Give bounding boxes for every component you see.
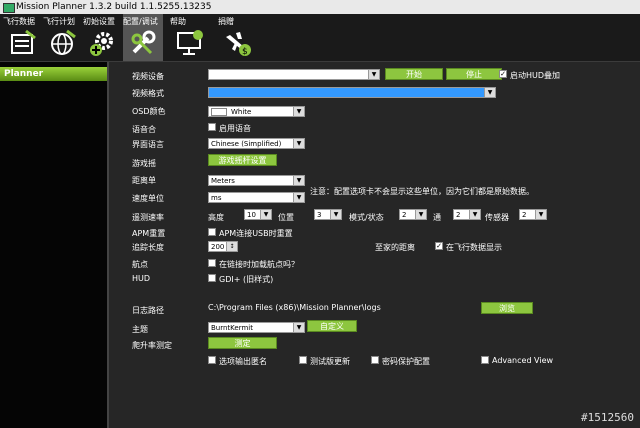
distance-unit-label: 距离单 bbox=[132, 176, 156, 185]
beta-updates-checkbox[interactable] bbox=[299, 356, 307, 364]
watermark-id: #1512560 bbox=[581, 411, 634, 424]
video-start-button[interactable]: 开始 bbox=[385, 68, 443, 80]
wrench-icon bbox=[131, 30, 156, 55]
sensor-rate-label: 传感器 bbox=[485, 213, 509, 222]
hud-label: HUD bbox=[132, 274, 151, 283]
units-note: 注意：配置选项卡不会显示这些单位，因为它们都是原始数据。 bbox=[310, 187, 534, 196]
planner-settings-panel: 视频设备 ▼ 开始 停止 ✓ 启动HUD叠加 视频格式 ▼ OSD颜色 Whit… bbox=[109, 62, 640, 428]
hud-overlay-label: 启动HUD叠加 bbox=[510, 71, 561, 80]
app-icon bbox=[3, 3, 15, 13]
chevron-down-icon: ▼ bbox=[368, 70, 379, 79]
chevron-down-icon: ▼ bbox=[293, 193, 304, 202]
gdi-hud-text: GDI+ (旧样式) bbox=[219, 275, 274, 284]
svg-text:$: $ bbox=[242, 47, 248, 57]
gear-plus-icon bbox=[90, 32, 113, 56]
log-path-field[interactable]: C:\Program Files (x86)\Mission Planner\l… bbox=[208, 303, 478, 314]
apm-reset-checkbox[interactable] bbox=[208, 228, 216, 236]
chevron-down-icon: ▼ bbox=[330, 210, 341, 219]
password-protect-text: 密码保护配置 bbox=[382, 357, 430, 366]
window-title: Mission Planner 1.3.2 build 1.1.5255.132… bbox=[16, 2, 212, 12]
show-in-flight-data-checkbox[interactable]: ✓ bbox=[435, 242, 443, 250]
gdi-hud-checkbox[interactable] bbox=[208, 274, 216, 282]
beta-updates-text: 测试版更新 bbox=[310, 357, 350, 366]
altitude-rate-select[interactable]: 10 ▼ bbox=[244, 209, 272, 220]
video-stop-button[interactable]: 停止 bbox=[446, 68, 502, 80]
chevron-down-icon: ▼ bbox=[469, 210, 480, 219]
climb-test-button[interactable]: 测定 bbox=[208, 337, 277, 349]
position-rate-select[interactable]: 3 ▼ bbox=[314, 209, 342, 220]
home-distance-label: 至家的距离 bbox=[375, 243, 415, 252]
apm-reset-text: APM连接USB时重置 bbox=[219, 229, 293, 238]
waypoints-label: 航点 bbox=[132, 260, 148, 269]
load-waypoints-checkbox[interactable] bbox=[208, 259, 216, 267]
enable-speech-text: 启用语音 bbox=[219, 124, 251, 133]
chevron-down-icon: ▼ bbox=[260, 210, 271, 219]
mode-status-rate-label: 模式/状态 bbox=[349, 213, 384, 222]
spinner-arrows-icon: ↕ bbox=[226, 242, 237, 251]
speed-unit-label: 速度单位 bbox=[132, 194, 164, 203]
video-format-label: 视频格式 bbox=[132, 89, 164, 98]
speed-unit-select[interactable]: ms ▼ bbox=[208, 192, 305, 203]
track-length-label: 追踪长度 bbox=[132, 243, 164, 252]
customize-theme-button[interactable]: 自定义 bbox=[307, 320, 357, 332]
chevron-down-icon: ▼ bbox=[293, 139, 304, 148]
chevron-down-icon: ▼ bbox=[484, 88, 495, 97]
track-length-stepper[interactable]: 200 ↕ bbox=[208, 241, 238, 252]
toolbar-donate[interactable]: 捐赠 $ bbox=[218, 14, 258, 61]
ui-language-label: 界面语言 bbox=[132, 140, 164, 149]
password-protect-checkbox[interactable] bbox=[371, 356, 379, 364]
toolbar-flight-plan[interactable]: 飞行计划 bbox=[43, 14, 83, 61]
sensor-rate-select[interactable]: 2 ▼ bbox=[519, 209, 547, 220]
toolbar-config-tuning[interactable]: 配置/调试 bbox=[123, 14, 163, 61]
ui-language-select[interactable]: Chinese (Simplified) ▼ bbox=[208, 138, 305, 149]
advanced-view-text: Advanced View bbox=[492, 356, 554, 365]
mode-status-rate-select[interactable]: 2 ▼ bbox=[399, 209, 427, 220]
anonymize-output-text: 选项输出匿名 bbox=[219, 357, 267, 366]
chevron-down-icon: ▼ bbox=[293, 323, 304, 332]
advanced-view-checkbox[interactable] bbox=[481, 356, 489, 364]
theme-select[interactable]: BurntKermit ▼ bbox=[208, 322, 305, 333]
chevron-down-icon: ▼ bbox=[293, 176, 304, 185]
enable-speech-checkbox[interactable] bbox=[208, 123, 216, 131]
distance-unit-select[interactable]: Meters ▼ bbox=[208, 175, 305, 186]
chevron-down-icon: ▼ bbox=[535, 210, 546, 219]
telemetry-rates-label: 遥测速率 bbox=[132, 213, 164, 222]
altitude-rate-label: 高度 bbox=[208, 213, 224, 222]
video-format-select[interactable]: ▼ bbox=[208, 87, 496, 98]
chevron-down-icon: ▼ bbox=[415, 210, 426, 219]
osd-color-label: OSD颜色 bbox=[132, 107, 166, 116]
monitor-help-icon bbox=[177, 30, 203, 55]
osd-color-select[interactable]: White ▼ bbox=[208, 106, 305, 117]
position-rate-label: 位置 bbox=[278, 213, 294, 222]
hud-overlay-checkbox[interactable]: ✓ bbox=[499, 70, 507, 78]
joystick-label: 游戏摇 bbox=[132, 159, 156, 168]
show-in-flight-data-text: 在飞行数据显示 bbox=[446, 243, 502, 252]
anonymize-output-checkbox[interactable] bbox=[208, 356, 216, 364]
channel-rate-label: 通 bbox=[433, 213, 441, 222]
color-swatch bbox=[211, 108, 227, 116]
load-waypoints-text: 在链接时加载航点吗？ bbox=[219, 260, 299, 269]
speech-label: 语音合 bbox=[132, 125, 156, 134]
window-titlebar: Mission Planner 1.3.2 build 1.1.5255.132… bbox=[0, 0, 640, 14]
chevron-down-icon: ▼ bbox=[293, 107, 304, 116]
sidebar-item-planner[interactable]: Planner bbox=[0, 67, 107, 81]
video-device-label: 视频设备 bbox=[132, 72, 164, 81]
browse-logs-button[interactable]: 浏览 bbox=[481, 302, 533, 314]
log-path-label: 日志路径 bbox=[132, 306, 164, 315]
toolbar-flight-data[interactable]: 飞行数据 bbox=[3, 14, 43, 61]
joystick-setup-button[interactable]: 游戏摇杆设置 bbox=[208, 154, 277, 166]
video-device-select[interactable]: ▼ bbox=[208, 69, 380, 80]
flight-plan-globe-icon bbox=[51, 29, 76, 55]
apm-reset-label: APM重置 bbox=[132, 229, 166, 238]
sidebar: Planner bbox=[0, 62, 109, 428]
toolbar-initial-setup[interactable]: 初始设置 bbox=[83, 14, 123, 61]
channel-rate-select[interactable]: 2 ▼ bbox=[453, 209, 481, 220]
climb-test-label: 爬升率测定 bbox=[132, 341, 172, 350]
main-toolbar: 飞行数据 飞行计划 初始设置 配置/调试 帮助 捐赠 $ bbox=[0, 14, 640, 62]
flight-data-icon bbox=[11, 29, 36, 54]
toolbar-help[interactable]: 帮助 bbox=[170, 14, 210, 61]
plane-dollar-icon: $ bbox=[226, 32, 251, 57]
theme-label: 主题 bbox=[132, 325, 148, 334]
